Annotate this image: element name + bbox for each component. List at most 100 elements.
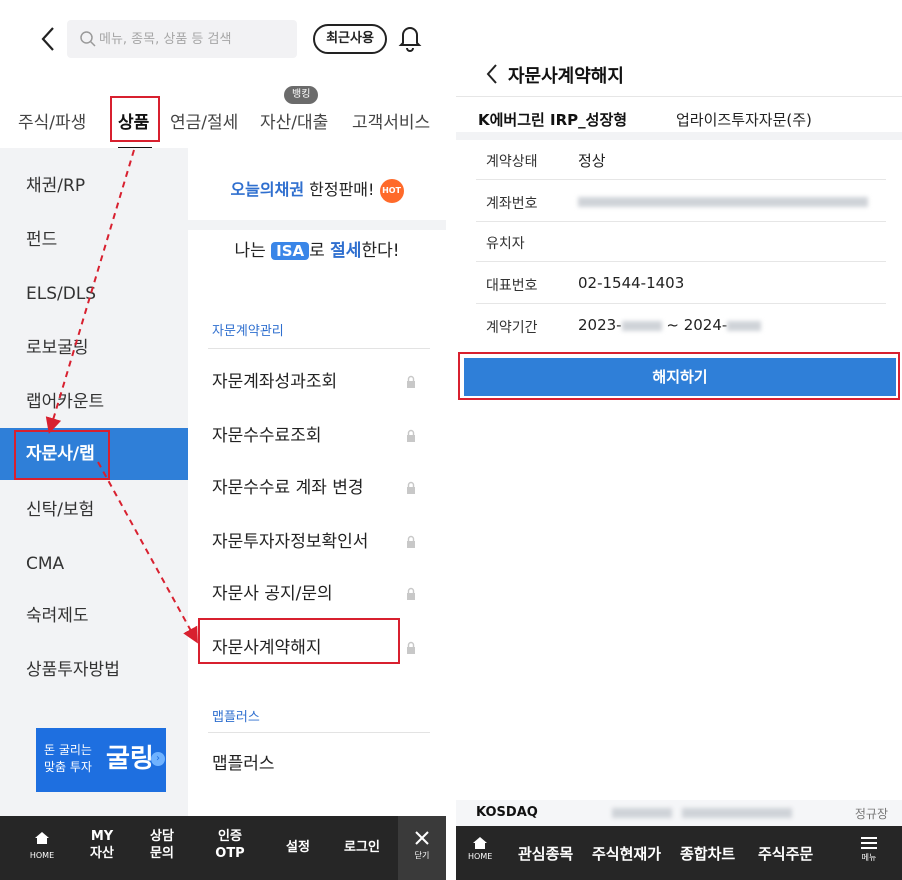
nav-consult-line1: 상담 (150, 829, 174, 844)
period-start: 2023- (578, 316, 622, 334)
bottom-navigation: HOME MY 자산 상담 문의 인증 OTP 설정 로그인 닫기 (0, 816, 446, 880)
sub-item-fee-inquiry[interactable]: 자문수수료조회 (208, 414, 430, 458)
bond-banner[interactable]: 오늘의채권 한정판매! HOT (188, 148, 446, 220)
nav-otp[interactable]: 인증 OTP (208, 816, 252, 880)
lock-icon (407, 375, 415, 388)
market-session: 정규장 (854, 807, 888, 821)
highlight-termination-item (198, 618, 400, 664)
menu-item-wrap-account[interactable]: 랩어카운트 (0, 376, 188, 428)
market-ticker: KOSDAQ 정규장 (456, 800, 902, 826)
menu-item-cooling-off[interactable]: 숙려제도 (0, 590, 188, 642)
period-end: ~ 2024- (666, 316, 728, 334)
menu-item-trust-insurance[interactable]: 신탁/보험 (0, 484, 188, 536)
product-name: K에버그린 IRP_성장형 (478, 111, 628, 129)
top-bar: 최근사용 (0, 0, 446, 78)
lock-icon (407, 481, 415, 494)
lock-icon (407, 587, 415, 600)
menu-item-els-dls[interactable]: ELS/DLS (0, 268, 188, 320)
promo-logo-text: 굴링 (106, 744, 154, 774)
sub-item-label: 자문사 공지/문의 (212, 584, 333, 604)
menu-item-funds[interactable]: 펀드 (0, 214, 188, 266)
highlight-advisory-menu (14, 430, 110, 480)
nav-my-asset[interactable]: MY 자산 (80, 816, 124, 880)
search-input[interactable] (99, 26, 289, 52)
home-icon (35, 832, 49, 844)
promo-line1: 돈 굴리는 (44, 743, 92, 757)
nav-current-price[interactable]: 주식현재가 (592, 843, 661, 864)
banner2-pre: 나는 (234, 241, 272, 261)
info-key: 계약상태 (486, 154, 538, 170)
nav-consult-line2: 문의 (150, 846, 174, 861)
banner-divider (188, 220, 446, 230)
home-label: HOME (468, 852, 493, 861)
banner1-rest: 한정판매! (304, 180, 375, 199)
promo-line2: 맞춤 투자 (44, 760, 92, 774)
promo-text: 돈 굴리는 맞춤 투자 (44, 742, 92, 776)
close-label: 닫기 (414, 851, 430, 860)
isa-banner[interactable]: 나는 ISA 로 절세한다! (188, 230, 446, 294)
home-button[interactable]: HOME (468, 836, 492, 861)
menu-item-bonds[interactable]: 채권/RP (0, 160, 188, 212)
banner2-blue: 절세 (330, 241, 362, 261)
tab-stocks[interactable]: 주식/파생 (18, 108, 86, 133)
sub-item-performance[interactable]: 자문계좌성과조회 (208, 360, 430, 404)
row-divider (476, 261, 886, 262)
home-label: HOME (29, 851, 55, 860)
sub-item-fee-account-change[interactable]: 자문수수료 계좌 변경 (208, 466, 430, 510)
tab-pension[interactable]: 연금/절세 (170, 108, 238, 133)
banner1-highlight: 오늘의채권 (230, 180, 305, 199)
arrow-right-icon: › (151, 752, 165, 766)
screenshot-page: 최근사용 뱅킹 주식/파생 상품 연금/절세 자산/대출 고객서비스 채권/RP… (0, 0, 902, 880)
menu-label: 메뉴 (861, 853, 877, 862)
close-button[interactable]: 닫기 (398, 816, 446, 880)
section-divider (208, 348, 430, 349)
advisory-company: 업라이즈투자자문(주) (676, 111, 812, 129)
menu-item-cma[interactable]: CMA (0, 538, 188, 590)
info-row-period: 계약기간 2023- ~ 2024- (456, 306, 902, 346)
nav-my-asset-line2: 자산 (90, 846, 114, 861)
page-title: 자문사계약해지 (508, 66, 624, 87)
ticker-name: KOSDAQ (476, 805, 538, 820)
menu-item-robo[interactable]: 로보굴링 (0, 322, 188, 374)
home-button[interactable]: HOME (26, 830, 58, 870)
menu-button[interactable]: 메뉴 (860, 836, 878, 863)
nav-settings[interactable]: 설정 (276, 816, 320, 880)
nav-chart[interactable]: 종합차트 (680, 843, 735, 864)
sub-item-investor-info[interactable]: 자문투자자정보확인서 (208, 520, 430, 564)
chevron-left-icon (41, 27, 54, 51)
nav-login[interactable]: 로그인 (334, 816, 390, 880)
sub-item-notice-inquiry[interactable]: 자문사 공지/문의 (208, 572, 430, 616)
terminate-button[interactable]: 해지하기 (464, 358, 896, 396)
tab-customer-service[interactable]: 고객서비스 (352, 108, 430, 133)
tab-assets[interactable]: 자산/대출 (260, 108, 328, 133)
chevron-left-icon[interactable] (484, 62, 500, 86)
promo-banner[interactable]: 돈 굴리는 맞춤 투자 굴링 › (36, 728, 166, 792)
section-divider (208, 732, 430, 733)
account-number-masked (578, 192, 868, 210)
row-divider (476, 179, 886, 180)
lock-icon (407, 535, 415, 548)
product-row: K에버그린 IRP_성장형 업라이즈투자자문(주) (456, 96, 902, 140)
hot-badge: HOT (379, 178, 404, 203)
back-button[interactable] (38, 24, 58, 54)
recent-button[interactable]: 최근사용 (313, 24, 387, 54)
lock-icon (407, 429, 415, 442)
sub-item-label: 자문계좌성과조회 (212, 372, 338, 392)
search-icon (80, 31, 96, 47)
bell-icon[interactable] (398, 24, 422, 52)
hamburger-icon (861, 837, 877, 849)
info-row-account: 계좌번호 (456, 182, 902, 222)
nav-order[interactable]: 주식주문 (758, 843, 813, 864)
product-category-menu: 채권/RP 펀드 ELS/DLS 로보굴링 랩어카운트 자문사/랩 신탁/보험 … (0, 148, 188, 816)
search-box[interactable] (67, 20, 297, 58)
info-key: 대표번호 (486, 278, 538, 294)
nav-consult[interactable]: 상담 문의 (140, 816, 184, 880)
nav-my-asset-line1: MY (90, 829, 114, 844)
home-icon (473, 837, 488, 849)
menu-item-investment-method[interactable]: 상품투자방법 (0, 644, 188, 696)
nav-watchlist[interactable]: 관심종목 (518, 843, 573, 864)
sub-item-mapplus[interactable]: 맵플러스 (208, 742, 430, 786)
screen-header: 자문사계약해지 (456, 56, 902, 96)
left-menu-screen: 최근사용 뱅킹 주식/파생 상품 연금/절세 자산/대출 고객서비스 채권/RP… (0, 0, 446, 880)
info-key: 유치자 (486, 236, 525, 252)
